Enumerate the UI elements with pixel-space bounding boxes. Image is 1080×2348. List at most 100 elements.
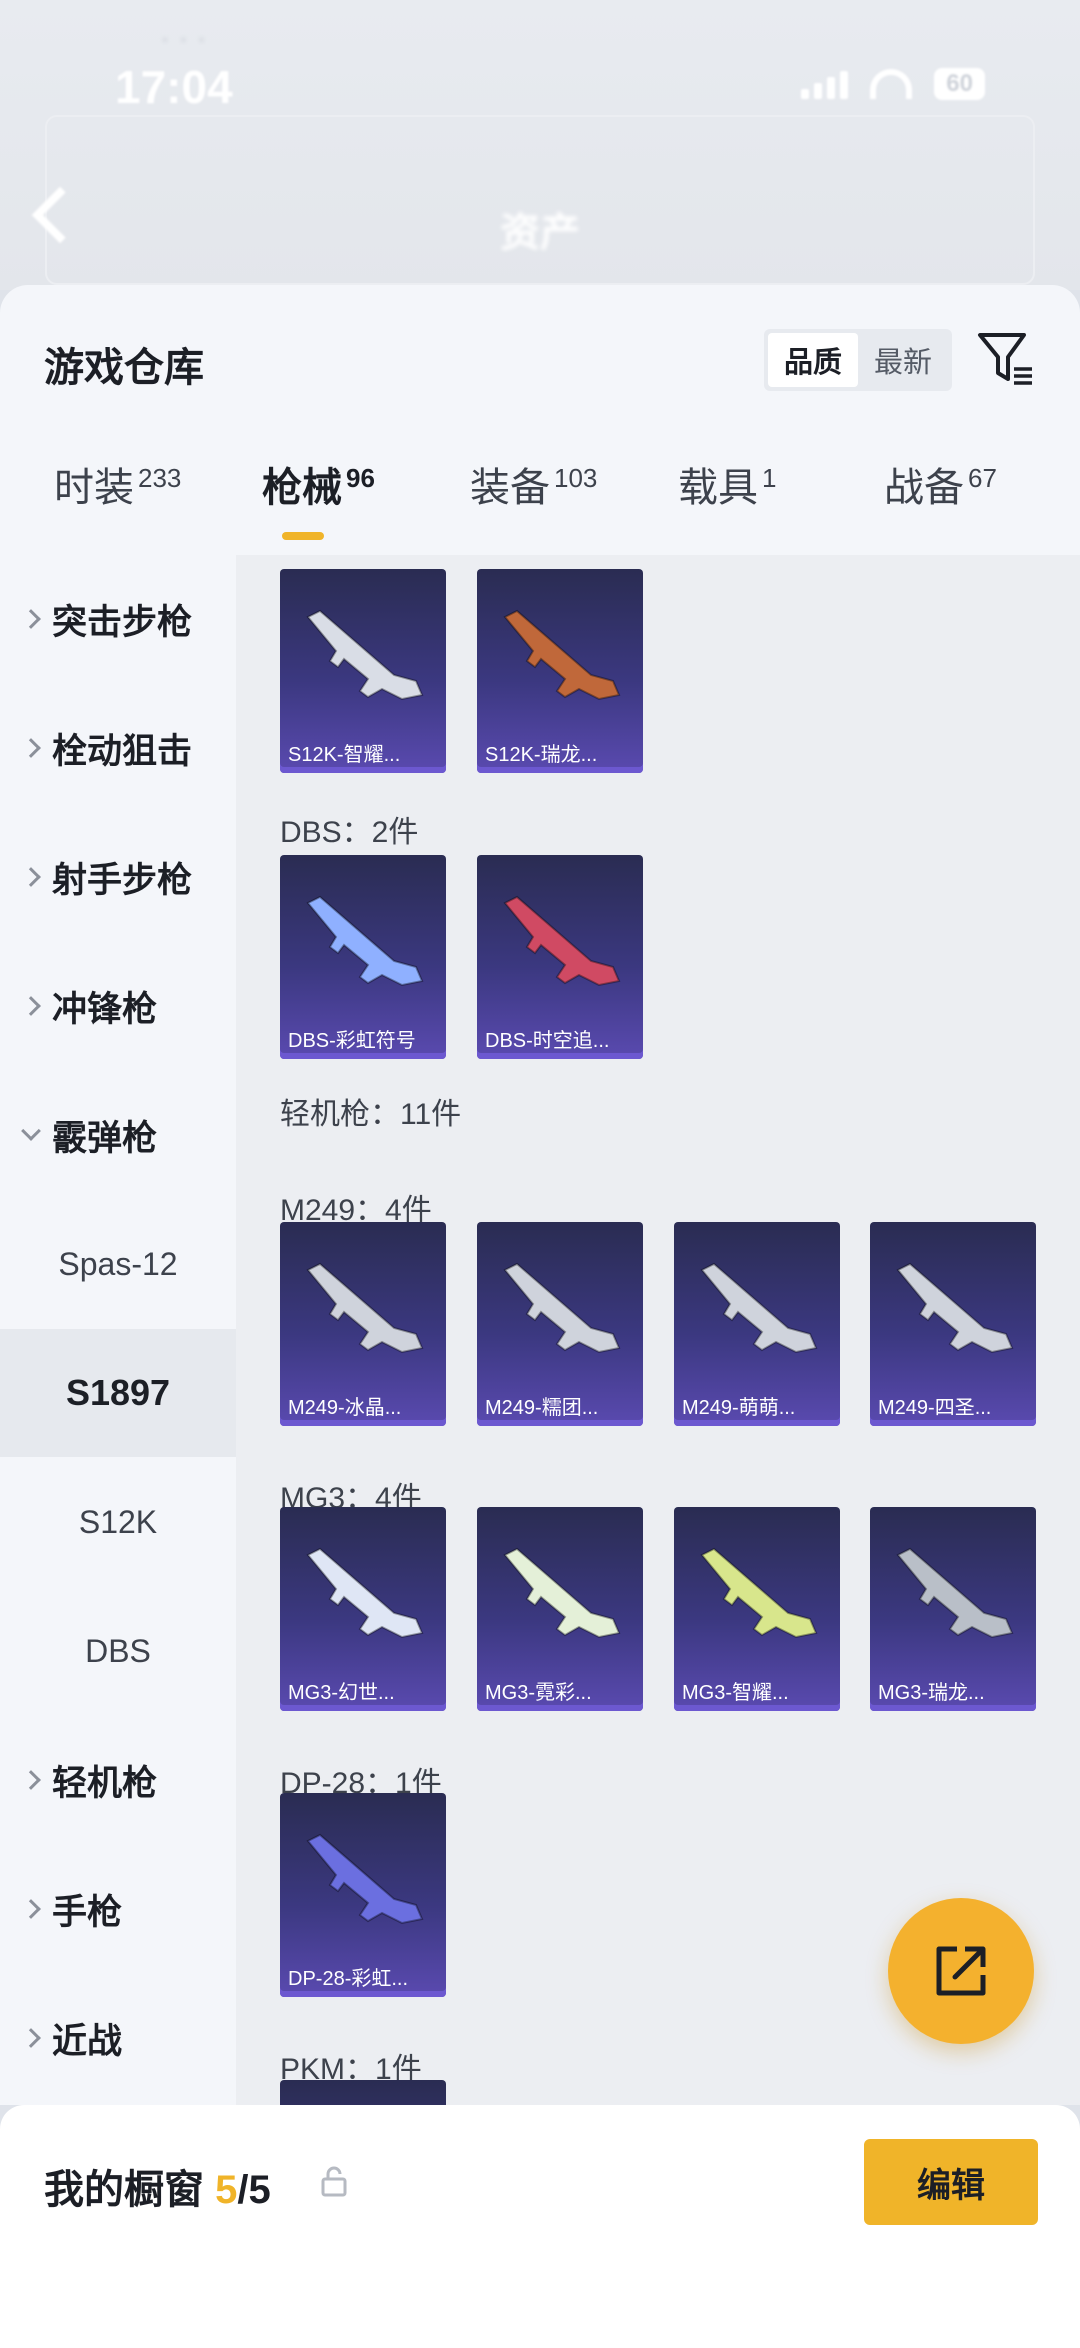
gun-icon (503, 1262, 621, 1354)
sidebar-category-label: 手枪 (52, 1892, 123, 1932)
ghost-text: · · · (160, 22, 207, 55)
tab-0[interactable]: 时装 233 (54, 455, 181, 513)
sort-quality-button[interactable]: 品质 (768, 333, 858, 387)
chevron-right-icon (21, 1770, 41, 1790)
item-card[interactable]: S12K-瑞龙... (477, 569, 643, 773)
showcase-count-total: /5 (237, 2168, 271, 2212)
share-button[interactable] (888, 1898, 1034, 2044)
item-card[interactable]: MG3-霓彩... (477, 1507, 643, 1711)
chevron-right-icon (21, 609, 41, 629)
sidebar-category-after-2[interactable]: 近战 (0, 1974, 236, 2102)
gun-icon (306, 895, 424, 987)
item-card-name: MG3-瑞龙... (878, 1682, 985, 1704)
item-card[interactable]: M249-冰晶... (280, 1222, 446, 1426)
page-title: 资产 (500, 211, 580, 255)
chevron-right-icon (21, 867, 41, 887)
item-card-name: M249-冰晶... (288, 1397, 402, 1419)
item-card[interactable]: DBS-时空追... (477, 855, 643, 1059)
item-card[interactable]: MG3-幻世... (280, 1507, 446, 1711)
chevron-right-icon (21, 996, 41, 1016)
item-card-name: MG3-智耀... (682, 1682, 789, 1704)
lock-icon (321, 2166, 347, 2197)
gun-icon (306, 609, 424, 701)
sheet-header: 游戏仓库 品质 最新 (0, 285, 1080, 405)
tab-count: 96 (346, 463, 375, 493)
sidebar-category-label: 霰弹枪 (52, 1118, 158, 1158)
tab-3[interactable]: 载具 1 (678, 455, 776, 513)
tab-1[interactable]: 枪械 96 (262, 455, 375, 513)
item-card-name: M249-萌萌... (682, 1397, 796, 1419)
item-card-name: M249-四圣... (878, 1397, 992, 1419)
sidebar-category-1[interactable]: 栓动狙击 (0, 684, 236, 812)
item-card-name: MG3-霓彩... (485, 1682, 592, 1704)
sidebar-category-0[interactable]: 突击步枪 (0, 555, 236, 683)
filter-icon[interactable] (976, 329, 1036, 389)
item-card-name: S12K-瑞龙... (485, 744, 598, 766)
sidebar-category-after-1[interactable]: 手枪 (0, 1845, 236, 1973)
sidebar-sub-item[interactable]: S12K (0, 1458, 236, 1586)
warehouse-sheet: 游戏仓库 品质 最新 时装 233 枪械 96 装备 103 载具 1 战备 67 突击步枪栓动狙… (0, 285, 1080, 2105)
sidebar-category-label: 栓动狙击 (52, 731, 193, 771)
tab-2[interactable]: 装备 103 (470, 455, 597, 513)
showcase-title: 我的橱窗 5/5 (44, 2157, 271, 2215)
sort-toggle: 品质 最新 (764, 329, 952, 391)
item-card-name: DBS-彩虹符号 (288, 1030, 416, 1052)
gun-icon (306, 1833, 424, 1925)
status-icons: 60 (801, 68, 985, 100)
chevron-right-icon (21, 1899, 41, 1919)
chevron-down-icon (21, 1121, 41, 1141)
tab-active-indicator (282, 532, 324, 540)
wifi-icon (870, 69, 913, 99)
category-tabs: 时装 233 枪械 96 装备 103 载具 1 战备 67 (0, 455, 1080, 545)
item-card[interactable] (280, 2080, 446, 2105)
chevron-right-icon (21, 738, 41, 758)
sidebar-category-2[interactable]: 射手步枪 (0, 813, 236, 941)
group-label: 轻机枪：11件 (280, 1098, 462, 1131)
item-card[interactable]: S12K-智耀... (280, 569, 446, 773)
item-card[interactable]: M249-萌萌... (674, 1222, 840, 1426)
tab-count: 103 (554, 463, 598, 493)
item-card-name: DP-28-彩虹... (288, 1968, 409, 1990)
item-card-name: M249-糯团... (485, 1397, 599, 1419)
sidebar-sub-item[interactable]: S1897 (0, 1329, 236, 1457)
sidebar-category-4[interactable]: 霰弹枪 (0, 1071, 236, 1199)
status-time: 17:04 (115, 61, 233, 113)
category-sidebar: 突击步枪栓动狙击射手步枪冲锋枪霰弹枪 Spas-12 S1897 S12K DBS 轻机枪… (0, 555, 236, 2105)
sidebar-category-label: 近战 (52, 2021, 123, 2061)
item-card[interactable]: DP-28-彩虹... (280, 1793, 446, 1997)
gun-icon (503, 609, 621, 701)
sheet-title: 游戏仓库 (44, 346, 204, 390)
showcase-count-current: 5 (215, 2168, 238, 2212)
sidebar-category-after-0[interactable]: 轻机枪 (0, 1716, 236, 1844)
sidebar-sub-item[interactable]: Spas-12 (0, 1200, 236, 1328)
item-card[interactable]: DBS-彩虹符号 (280, 855, 446, 1059)
tab-label: 战备 (884, 466, 964, 510)
gun-icon (896, 1547, 1014, 1639)
sidebar-category-3[interactable]: 冲锋枪 (0, 942, 236, 1070)
item-card[interactable]: M249-四圣... (870, 1222, 1036, 1426)
group-label: DBS：2件 (280, 816, 419, 849)
edit-button[interactable]: 编辑 (864, 2139, 1038, 2225)
gun-icon (700, 1547, 818, 1639)
item-card-name: S12K-智耀... (288, 744, 401, 766)
tab-label: 载具 (678, 466, 758, 510)
background-header: · · · 17:04 60 资产 (0, 0, 1080, 290)
tab-count: 1 (762, 463, 777, 493)
tab-label: 装备 (470, 466, 550, 510)
chevron-right-icon (21, 2028, 41, 2048)
gun-icon (306, 1547, 424, 1639)
sidebar-sub-item[interactable]: DBS (0, 1587, 236, 1715)
item-grid: S12K-智耀... S12K-瑞龙... DBS：2件 DBS-彩虹符号 DBS-时空… (236, 555, 1080, 2105)
sort-latest-button[interactable]: 最新 (858, 333, 948, 387)
tab-count: 67 (968, 463, 997, 493)
gun-icon (503, 895, 621, 987)
item-card[interactable]: MG3-智耀... (674, 1507, 840, 1711)
sidebar-category-label: 冲锋枪 (52, 989, 158, 1029)
tab-label: 枪械 (262, 466, 342, 510)
sidebar-category-label: 突击步枪 (52, 602, 193, 642)
item-card[interactable]: M249-糯团... (477, 1222, 643, 1426)
tab-4[interactable]: 战备 67 (884, 455, 997, 513)
gun-icon (503, 1547, 621, 1639)
item-card[interactable]: MG3-瑞龙... (870, 1507, 1036, 1711)
item-card-name: DBS-时空追... (485, 1030, 610, 1052)
